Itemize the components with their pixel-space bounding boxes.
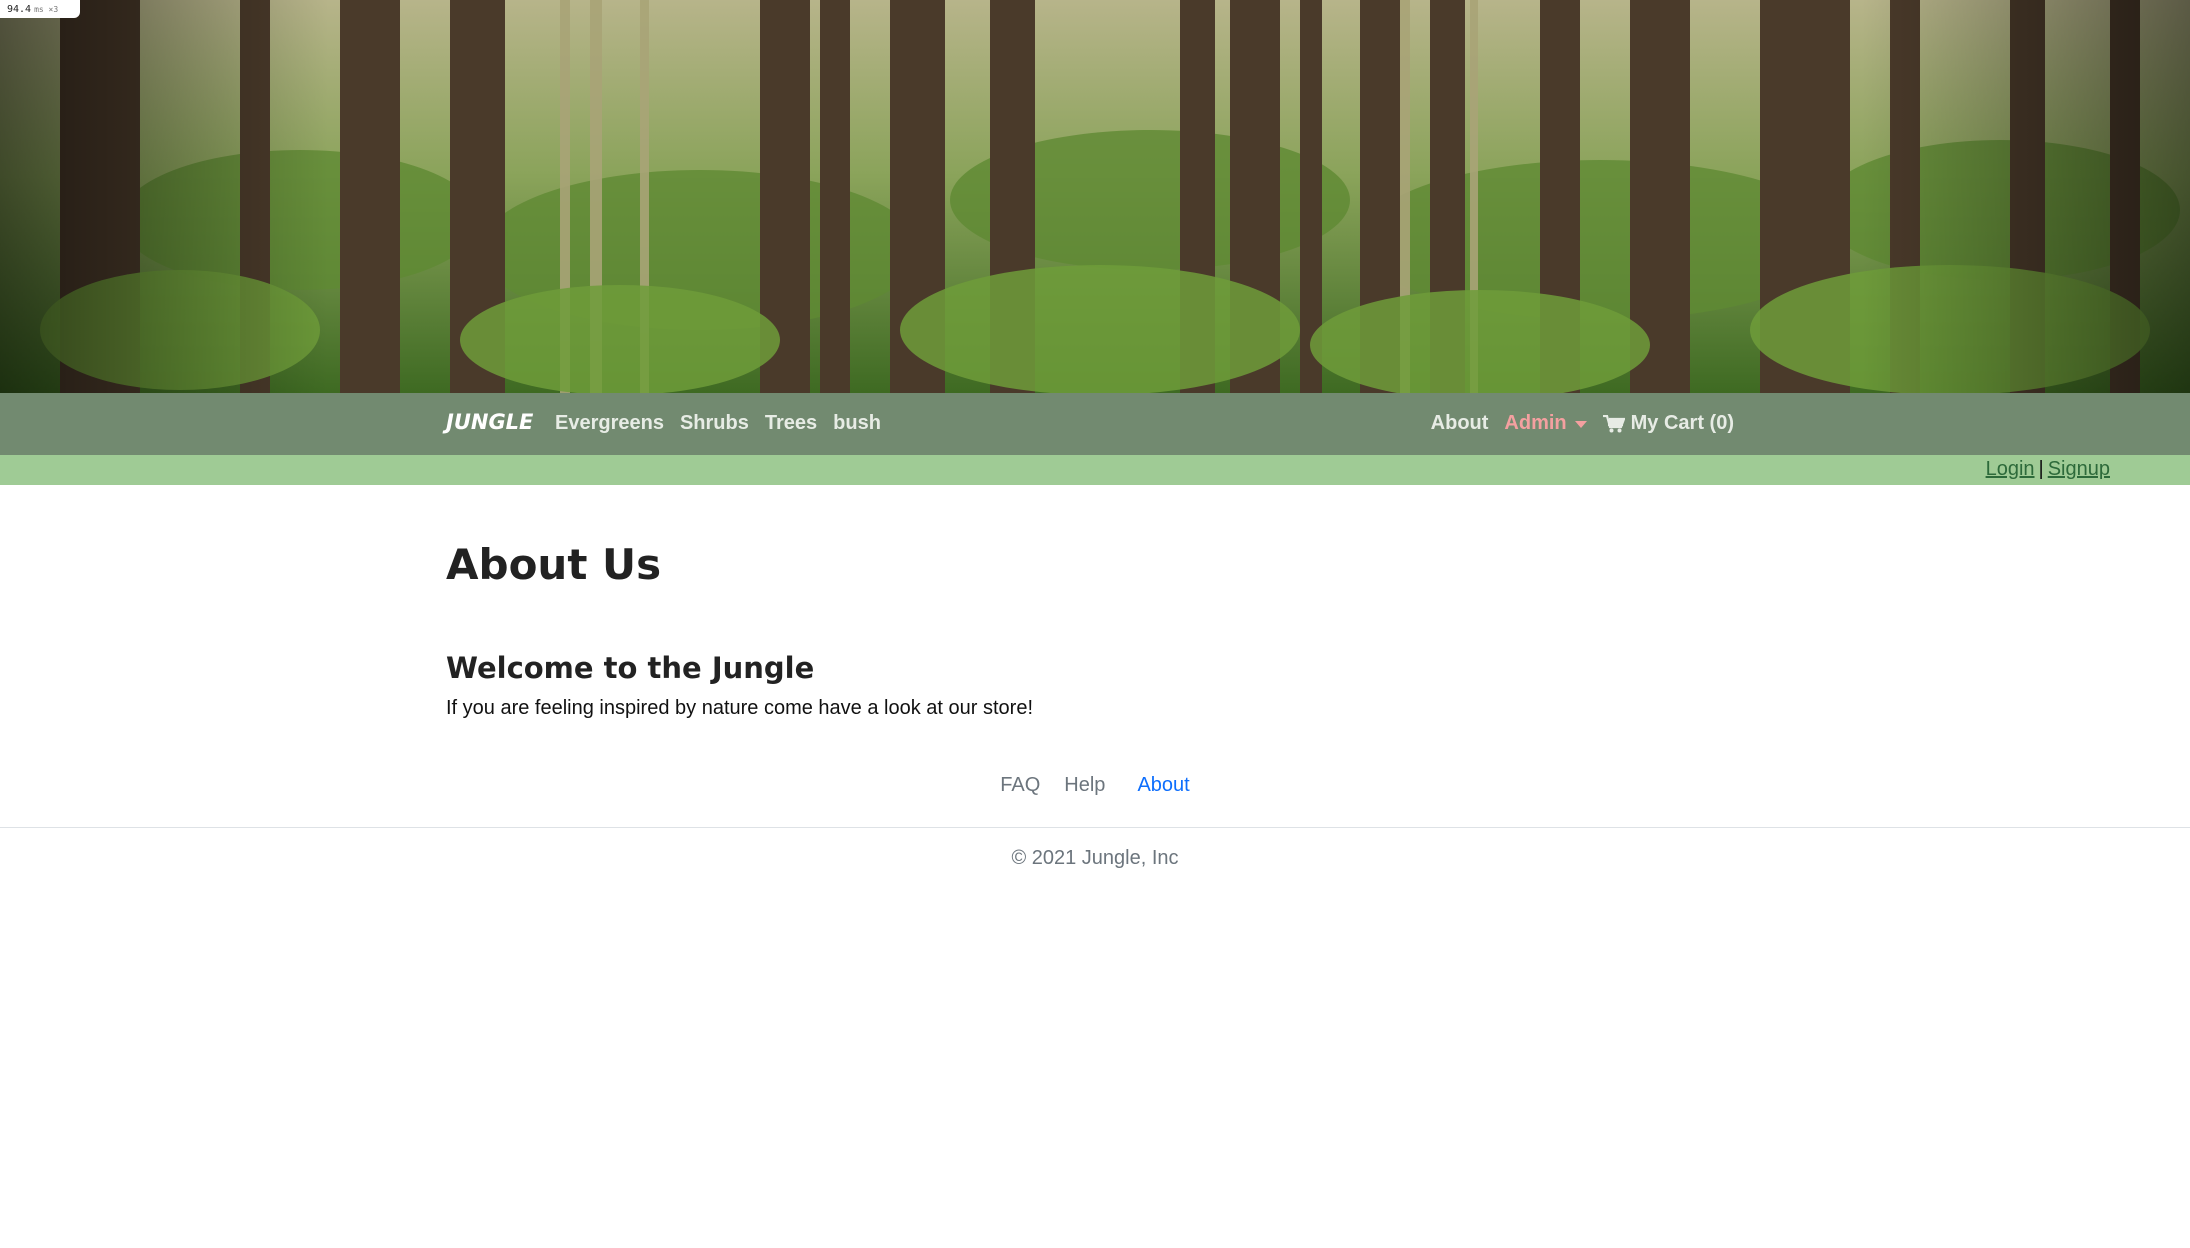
category-nav: Evergreens Shrubs Trees bush — [555, 412, 881, 435]
perf-unit: ms ×3 — [34, 4, 59, 14]
brand-logo[interactable]: JUNGLE — [446, 410, 533, 434]
nav-link-evergreens[interactable]: Evergreens — [555, 412, 664, 435]
caret-down-icon — [1574, 421, 1587, 428]
section-title: Welcome to the Jungle — [446, 651, 815, 685]
navbar: JUNGLE Evergreens Shrubs Trees bush Abou… — [0, 393, 2190, 455]
footer-link-faq[interactable]: FAQ — [996, 774, 1044, 797]
forest-image — [0, 0, 2190, 393]
nav-link-trees[interactable]: Trees — [765, 412, 817, 435]
perf-value: 94.4 — [7, 3, 32, 15]
nav-link-about[interactable]: About — [1431, 412, 1489, 435]
signup-link[interactable]: Signup — [2048, 458, 2110, 481]
footer-link-about[interactable]: About — [1133, 774, 1193, 797]
login-link[interactable]: Login — [1986, 458, 2035, 481]
intro-text: If you are feeling inspired by nature co… — [446, 697, 1034, 719]
account-nav: About Admin My Cart (0) — [1431, 412, 1734, 435]
hero-banner — [0, 0, 2190, 393]
auth-bar: Login | Signup — [0, 455, 2190, 485]
admin-label: Admin — [1504, 412, 1567, 434]
auth-separator: | — [2038, 458, 2044, 480]
copyright-text: © 2021 Jungle, Inc — [1011, 847, 1179, 869]
nav-link-bush[interactable]: bush — [833, 412, 881, 435]
footer-divider — [0, 827, 2190, 828]
auth-links: Login | Signup — [1986, 458, 2110, 481]
shopping-cart-icon — [1602, 414, 1625, 432]
footer-nav: FAQ Help About — [0, 774, 2190, 797]
cart-link[interactable]: My Cart (0) — [1602, 412, 1734, 435]
admin-dropdown[interactable]: Admin — [1504, 412, 1587, 435]
nav-link-shrubs[interactable]: Shrubs — [680, 412, 749, 435]
perf-badge: 94.4 ms ×3 — [0, 0, 80, 18]
footer-link-help[interactable]: Help — [1060, 774, 1109, 797]
cart-label: My Cart (0) — [1630, 412, 1734, 434]
page-title: About Us — [446, 540, 662, 589]
